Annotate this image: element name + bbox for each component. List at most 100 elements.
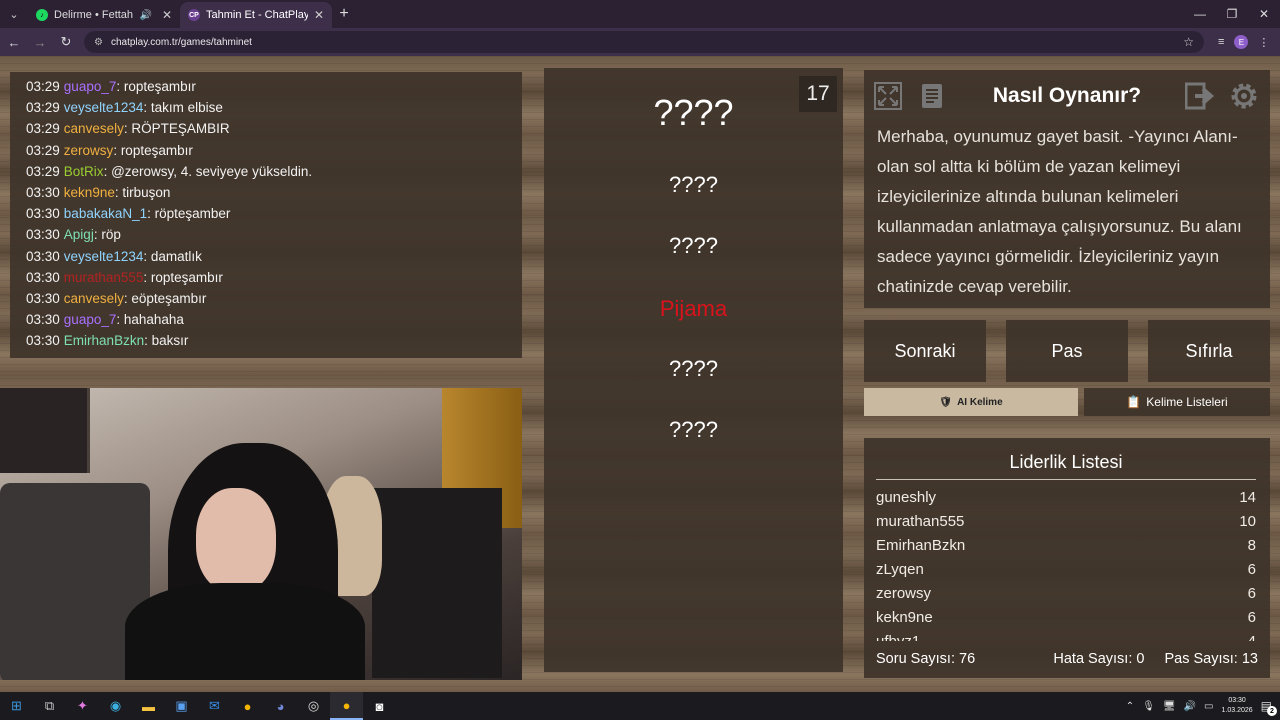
player-name: zerowsy [876,585,932,602]
exit-icon[interactable] [1184,80,1216,112]
store-icon[interactable]: ▣ [165,692,198,720]
obs-icon[interactable]: ◎ [297,692,330,720]
word-lists-button[interactable]: 📋 Kelime Listeleri [1084,388,1270,416]
clock[interactable]: 03:30 1.03.2026 [1222,696,1253,716]
url-field[interactable]: ⚙ chatplay.com.tr/games/tahminet ☆ [84,31,1204,53]
microphone-icon[interactable]: 🎙 [1142,701,1155,712]
how-to-play-panel: Nasıl Oynanır? Merhaba, oyunumuz gayet b… [864,70,1270,308]
battery-icon[interactable]: ▭ [1204,701,1213,712]
leaderboard-list[interactable]: guneshly 14 murathan555 10 EmirhanBzkn 8 zLyqe… [876,486,1256,641]
chat-username[interactable]: guapo_7 [64,312,117,327]
notification-icon[interactable]: ▤ 2 [1261,699,1277,716]
chat-message: 03:30 Apigj: röp [26,224,506,245]
chat-text: : RÖPTEŞAMBIR [123,121,230,137]
word-taboo: ???? [669,417,718,442]
tab-title: Tahmin Et - ChatPlay [206,9,308,21]
task-view-icon[interactable]: ⧉ [33,692,66,720]
window-controls: — ❐ ✕ [1184,0,1280,28]
next-button[interactable]: Sonraki [864,320,986,382]
discord-icon[interactable]: ◕ [264,692,297,720]
chat-message: 03:29 BotRix: @zerowsy, 4. seviyeye yükse… [26,161,506,182]
chat-time: 03:29 [26,142,60,158]
player-score: 10 [1239,513,1256,530]
leaderboard-row: zLyqen 6 [876,558,1256,582]
ai-word-button[interactable]: 🛡 AI Kelime [864,388,1078,416]
word-lists-label: Kelime Listeleri [1146,395,1228,409]
chat-username[interactable]: veyselte1234 [64,249,144,264]
chat-message: 03:29 veyselte1234: takım elbise [26,97,506,118]
chat-text: : ropteşambır [116,79,196,94]
player-name: EmirhanBzkn [876,537,966,554]
bookmark-star-icon[interactable]: ☆ [1183,35,1194,49]
edge-icon[interactable]: ◉ [99,692,132,720]
player-score: 6 [1247,561,1256,578]
chat-time: 03:30 [26,333,60,349]
chat-username[interactable]: murathan555 [64,270,144,285]
chat-message: 03:29 canvesely: RÖPTEŞAMBIR [26,118,506,139]
pass-button[interactable]: Pas [1006,320,1128,382]
chat-username[interactable]: veyselte1234 [64,100,144,115]
chat-text: : takım elbise [143,100,223,116]
chat-text: : röp [93,227,121,243]
chat-text: : tirbuşon [114,184,171,200]
tab-chatplay[interactable]: CP Tahmin Et - ChatPlay ✕ [180,2,332,28]
player-score: 14 [1239,489,1256,506]
back-icon[interactable]: ← [2,35,26,50]
network-icon[interactable]: 🖥 [1163,701,1176,712]
media-controls-icon[interactable]: ≡ [1218,36,1224,48]
mail-icon[interactable]: ✉ [198,692,231,720]
file-explorer-icon[interactable]: ▬ [132,692,165,720]
close-window-icon[interactable]: ✕ [1248,0,1280,28]
chat-time: 03:30 [26,290,60,306]
chat-username[interactable]: canvesely [64,121,124,136]
chevron-up-icon[interactable]: ⌃ [1126,701,1134,712]
chat-message: 03:30 guapo_7: hahahaha [26,309,506,330]
player-name: guneshly [876,489,937,506]
chrome-active-icon[interactable]: ● [330,692,363,720]
windows-start-icon[interactable]: ⊞ [0,692,33,720]
volume-icon[interactable]: 🔊 [1184,701,1196,712]
chat-username[interactable]: guapo_7 [64,79,117,94]
webcam-feed [0,388,522,680]
minimize-icon[interactable]: — [1184,0,1216,28]
app-icon[interactable]: ◙ [363,692,396,720]
tab-search-icon[interactable]: ⌄ [0,0,28,28]
chat-username[interactable]: kekn9ne [64,185,115,200]
chat-time: 03:30 [26,206,60,222]
tab-spotify[interactable]: ♪ Delirme • Fettah Can 🔊 ✕ [28,2,180,28]
player-name: ufbyz1 [876,630,920,641]
chat-username[interactable]: Apigj [64,227,94,242]
chat-username[interactable]: canvesely [64,291,124,306]
chat-username[interactable]: EmirhanBzkn [64,333,144,348]
chat-username[interactable]: babakakaN_1 [64,206,147,221]
restore-icon[interactable]: ❐ [1216,0,1248,28]
reload-icon[interactable]: ↻ [54,34,78,50]
chat-username[interactable]: BotRix [64,164,104,179]
chat-username[interactable]: zerowsy [64,143,114,158]
leaderboard-row: EmirhanBzkn 8 [876,534,1256,558]
address-bar: ← → ↻ ⚙ chatplay.com.tr/games/tahminet ☆… [0,28,1280,56]
leaderboard-row: ufbyz1 4 [876,630,1256,641]
settings-gear-icon[interactable] [1228,80,1260,112]
forward-icon[interactable]: → [28,35,52,50]
word-taboo: ???? [669,356,718,381]
close-tab-icon[interactable]: ✕ [314,8,324,22]
new-tab-button[interactable]: + [332,5,356,23]
ai-word-label: AI Kelime [957,396,1003,408]
speaker-icon[interactable]: 🔊 [139,10,151,21]
chat-text: : hahahaha [116,312,184,328]
clipboard-icon: 📋 [1126,395,1142,409]
close-tab-icon[interactable]: ✕ [162,8,172,22]
site-info-icon[interactable]: ⚙ [94,37,103,48]
chrome-icon[interactable]: ● [231,692,264,720]
url-text: chatplay.com.tr/games/tahminet [110,36,252,48]
windows-taskbar: ⊞ ⧉ ✦ ◉ ▬ ▣ ✉ ● ◕ ◎ ● ◙ ⌃ 🎙 🖥 🔊 ▭ 03:30 … [0,692,1280,720]
chat-message: 03:30 babakakaN_1: röpteşamber [26,203,506,224]
spotify-icon: ♪ [36,9,48,21]
profile-avatar[interactable]: E [1234,35,1249,49]
copilot-icon[interactable]: ✦ [66,692,99,720]
reset-button[interactable]: Sıfırla [1148,320,1270,382]
menu-kebab-icon[interactable]: ⋮ [1258,36,1269,49]
chat-text: : röpteşamber [147,206,231,222]
leaderboard-title: Liderlik Listesi [876,452,1256,480]
